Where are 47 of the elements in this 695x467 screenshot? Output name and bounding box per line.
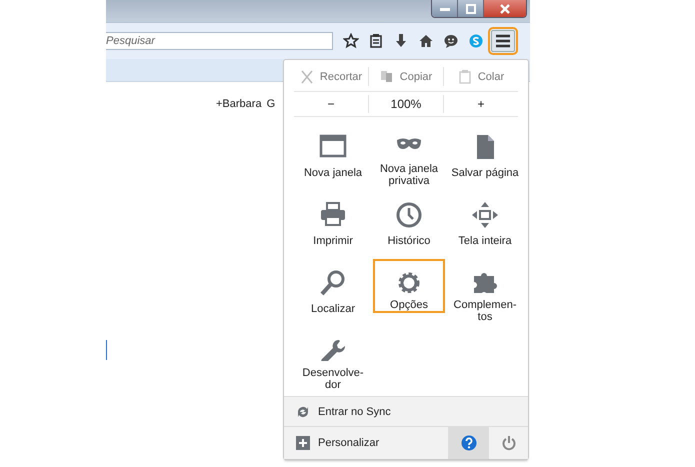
zoom-reset-button[interactable]: 100%	[369, 95, 444, 113]
text-cursor	[106, 340, 107, 360]
restore-button[interactable]	[458, 0, 484, 17]
addons-button[interactable]: Complemen-tos	[449, 259, 521, 325]
copy-icon	[380, 68, 394, 84]
clipboard-icon	[458, 68, 472, 84]
wrench-icon	[319, 337, 347, 361]
print-button[interactable]: Imprimir	[297, 191, 369, 257]
history-button[interactable]: Histórico	[373, 191, 445, 257]
plus-icon	[296, 436, 310, 450]
menu-icon	[495, 34, 511, 48]
restore-icon	[464, 4, 476, 14]
printer-icon	[319, 201, 347, 229]
help-icon	[460, 435, 476, 451]
chat-icon[interactable]	[443, 33, 459, 49]
quit-button[interactable]	[488, 427, 528, 459]
minimize-icon	[438, 6, 450, 12]
profile-link[interactable]: +Barbara	[216, 98, 262, 110]
download-icon[interactable]	[393, 33, 409, 49]
power-icon	[500, 435, 516, 451]
zoom-out-button[interactable]: −	[294, 95, 369, 113]
customize-button[interactable]: Personalizar	[284, 427, 448, 459]
search-field[interactable]: Pesquisar	[106, 32, 333, 50]
search-icon	[319, 269, 347, 297]
clipboard-icon[interactable]	[368, 33, 384, 49]
scissors-icon	[300, 68, 314, 84]
private-window-button[interactable]: Nova janela privativa	[373, 123, 445, 189]
find-button[interactable]: Localizar	[297, 259, 369, 325]
link-text[interactable]: G	[266, 98, 276, 110]
close-button[interactable]	[484, 0, 526, 17]
save-page-button[interactable]: Salvar página	[449, 123, 521, 189]
clock-icon	[395, 201, 423, 229]
star-icon[interactable]	[343, 33, 359, 49]
zoom-in-button[interactable]: +	[444, 95, 518, 113]
home-icon[interactable]	[418, 33, 434, 49]
menu-button[interactable]	[491, 30, 515, 52]
close-icon	[499, 4, 511, 14]
help-button[interactable]	[448, 427, 488, 459]
options-button[interactable]: Opções	[373, 259, 445, 313]
developer-button[interactable]: Desenvolve-dor	[297, 327, 369, 393]
fullscreen-button[interactable]: Tela inteira	[449, 191, 521, 257]
arrows-icon	[471, 201, 499, 229]
sync-button[interactable]: Entrar no Sync	[284, 396, 528, 427]
skype-icon[interactable]	[468, 33, 484, 49]
minimize-button[interactable]	[432, 0, 458, 17]
sync-icon	[296, 404, 310, 418]
new-window-button[interactable]: Nova janela	[297, 123, 369, 189]
